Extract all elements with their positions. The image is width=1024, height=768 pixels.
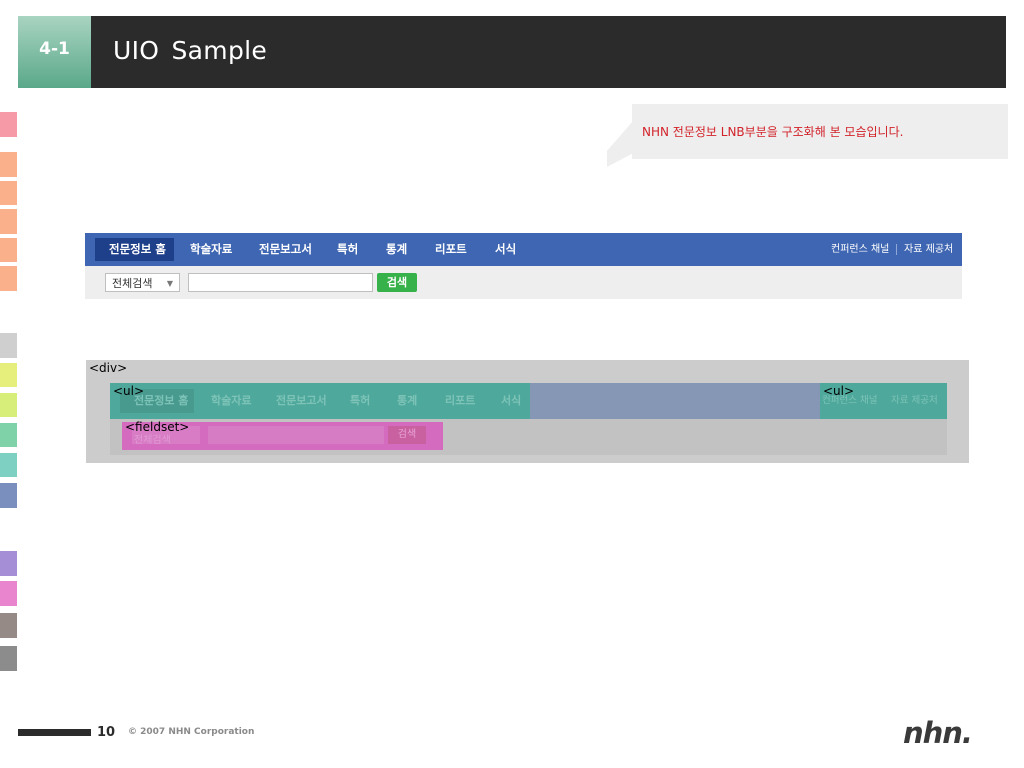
lnb-nav-bar: 전문정보 홈 학술자료 전문보고서 특허 통계 리포트 서식 컨퍼런스 채널 자… [85,233,962,266]
footer-bar [18,729,91,736]
lnb-item-home[interactable]: 전문정보 홈 [109,233,166,266]
callout-tail [607,121,633,167]
lnb-link-conference[interactable]: 컨퍼런스 채널 [831,233,889,266]
diagram-right-item: 자료 제공처 [891,395,938,406]
color-swatch [0,209,17,234]
callout-text: NHN 전문정보 LNB부분을 구조화해 본 모습입니다. [642,125,904,139]
color-swatch [0,581,17,606]
lnb-item-statistics[interactable]: 통계 [386,233,407,266]
diagram-div-container: <div> 전문정보 홈 학술자료 전문보고서 특허 통계 리포트 서식 <ul… [86,360,969,463]
lnb-link-providers[interactable]: 자료 제공처 [904,233,953,266]
copyright-text: © 2007 NHN Corporation [128,727,255,737]
search-button[interactable]: 검색 [377,273,417,292]
div-tag-label: <div> [89,361,128,375]
diagram-item: 서식 [501,394,522,407]
search-bar: 전체검색 ▼ 검색 [85,266,962,299]
section-number: 4-1 [18,16,91,88]
color-swatch [0,363,17,387]
color-swatch [0,152,17,177]
diagram-ul-right: 컨퍼런스 채널 자료 제공처 <ul> [820,383,947,419]
color-swatch [0,112,17,137]
diagram-item: 전문보고서 [276,394,327,407]
header-bar: UIO Sample [91,16,1006,88]
lnb-item-academic[interactable]: 학술자료 [190,233,232,266]
diagram-item: 통계 [397,394,418,407]
search-scope-value: 전체검색 [112,277,153,290]
ul-tag-label-left: <ul> [113,384,145,398]
page-number: 10 [97,725,116,740]
diagram-item: 리포트 [445,394,476,407]
lnb-separator [896,244,897,255]
lnb-item-report[interactable]: 리포트 [435,233,467,266]
color-swatch [0,613,17,638]
search-input[interactable] [188,273,373,292]
diagram-ul-left: 전문정보 홈 학술자료 전문보고서 특허 통계 리포트 서식 <ul> [110,383,530,419]
color-swatch [0,393,17,417]
color-swatch [0,423,17,447]
fieldset-tag-label: <fieldset> [125,420,190,434]
color-swatch [0,646,17,671]
color-swatch [0,333,17,358]
diagram-item: 학술자료 [211,394,252,407]
lnb-item-forms[interactable]: 서식 [495,233,516,266]
lnb-item-reports[interactable]: 전문보고서 [259,233,312,266]
diagram-search-button: 검색 [388,426,426,444]
diagram-input [208,426,384,444]
color-swatch [0,483,17,508]
callout-box: NHN 전문정보 LNB부분을 구조화해 본 모습입니다. [632,104,1008,159]
color-swatch [0,181,17,205]
ul-tag-label-right: <ul> [823,384,855,398]
search-scope-select[interactable]: 전체검색 ▼ [105,273,180,292]
color-swatch [0,551,17,576]
page-title: UIO Sample [113,36,268,65]
nhn-logo: nhn. [903,716,973,750]
lnb-item-patent[interactable]: 특허 [337,233,358,266]
diagram-item: 특허 [350,394,371,407]
color-swatch [0,238,17,262]
diagram-fieldset: 전체검색 검색 <fieldset> [122,420,443,450]
color-swatch [0,266,17,291]
chevron-down-icon: ▼ [166,279,173,288]
color-swatch [0,453,17,477]
